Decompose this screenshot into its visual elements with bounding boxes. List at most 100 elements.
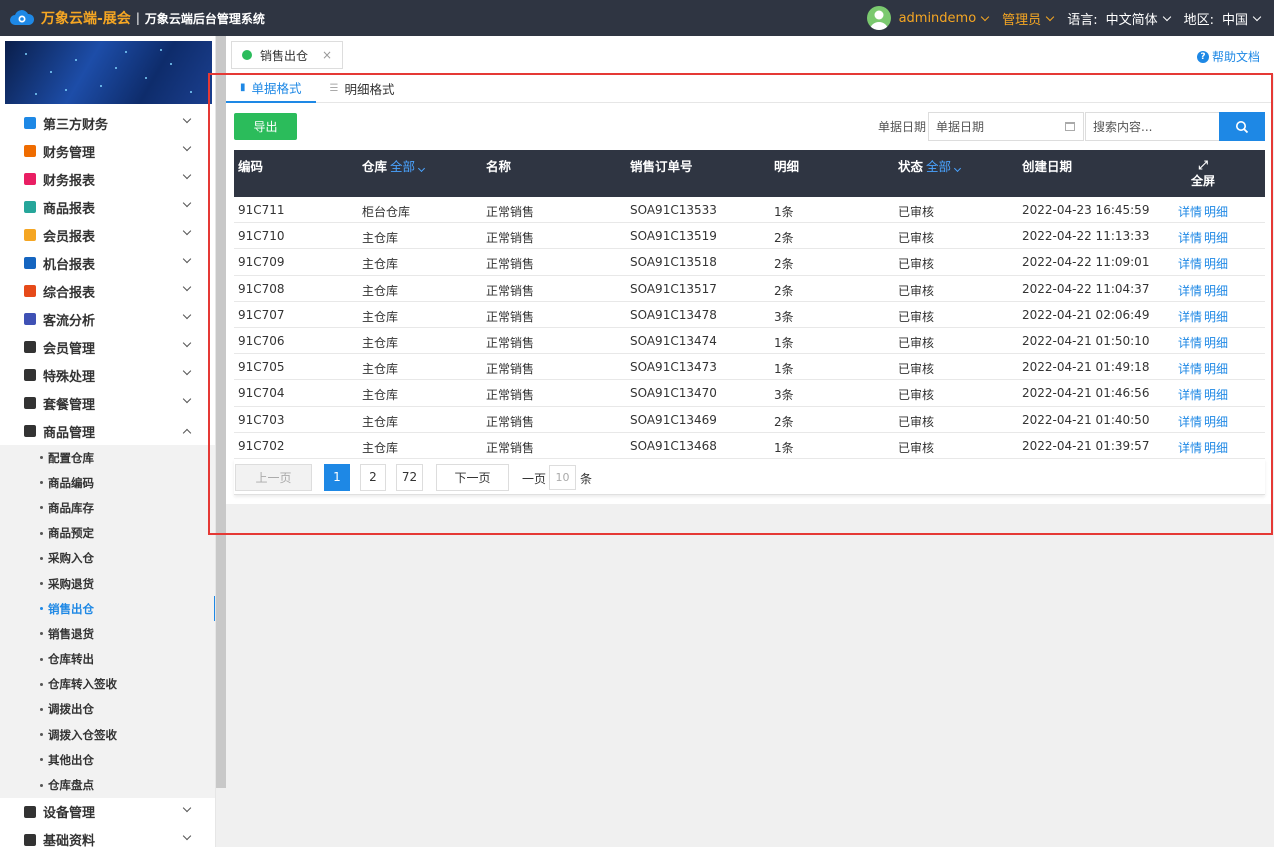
search-input[interactable]: 搜索内容... — [1085, 112, 1220, 141]
cell-status: 已审核 — [898, 440, 935, 455]
warehouse-filter[interactable]: 全部 — [390, 159, 426, 174]
table-row: 91C702 主仓库 正常销售 SOA91C13468 1条 已审核 2022-04-21 … — [234, 433, 1265, 459]
table-row: 91C708 主仓库 正常销售 SOA91C13517 2条 已审核 2022-04-22 … — [234, 276, 1265, 302]
help-label: 帮助文档 — [1211, 50, 1260, 64]
sidebar-item[interactable]: 财务报表 — [0, 165, 215, 193]
col-order-no: 销售订单号 — [630, 159, 693, 174]
line-items-link[interactable]: 明细 — [1204, 386, 1228, 403]
user-avatar-icon — [869, 10, 888, 30]
detail-link[interactable]: 详情 — [1178, 386, 1202, 403]
sidebar-item[interactable]: 综合报表 — [0, 277, 215, 305]
detail-link[interactable]: 详情 — [1178, 229, 1202, 246]
search-button[interactable] — [1219, 112, 1265, 141]
cell-warehouse: 柜台仓库 — [362, 205, 411, 219]
sidebar-item[interactable]: 商品管理 — [0, 417, 215, 445]
sidebar-item-label: 基础资料 — [43, 834, 96, 847]
chevron-down-icon — [182, 198, 192, 208]
sidebar-item[interactable]: 机台报表 — [0, 249, 215, 277]
table-row: 91C710 主仓库 正常销售 SOA91C13519 2条 已审核 2022-04-22 … — [234, 223, 1265, 250]
detail-link[interactable]: 详情 — [1178, 439, 1202, 456]
cell-order-no: SOA91C13473 — [630, 360, 717, 375]
line-items-link[interactable]: 明细 — [1204, 282, 1228, 299]
line-items-link[interactable]: 明细 — [1204, 255, 1228, 272]
submenu-item[interactable]: 其他出仓 — [0, 747, 215, 772]
close-icon[interactable]: × — [322, 48, 332, 62]
last-page-button[interactable]: 72 — [396, 463, 423, 491]
sidebar-item[interactable]: 客流分析 — [0, 305, 215, 333]
detail-link[interactable]: 详情 — [1178, 203, 1202, 220]
next-page-button[interactable]: 下一页 — [436, 463, 509, 491]
sidebar-banner-image — [5, 41, 212, 104]
sidebar-item[interactable]: 会员报表 — [0, 221, 215, 249]
detail-link[interactable]: 详情 — [1178, 413, 1202, 430]
submenu-item[interactable]: 商品库存 — [0, 495, 215, 520]
submenu-item[interactable]: 采购退货 — [0, 571, 215, 596]
line-items-link[interactable]: 明细 — [1204, 308, 1228, 325]
sidebar-item[interactable]: 设备管理 — [0, 798, 215, 826]
submenu-item[interactable]: 销售退货 — [0, 621, 215, 646]
submenu-item[interactable]: 采购入仓 — [0, 546, 215, 571]
sidebar-item[interactable]: 会员管理 — [0, 333, 215, 361]
chevron-down-icon — [182, 114, 192, 124]
sidebar-item[interactable]: 特殊处理 — [0, 361, 215, 389]
cell-created: 2022-04-22 11:13:33 — [1022, 229, 1150, 244]
sidebar-item[interactable]: 商品报表 — [0, 193, 215, 221]
sidebar-scrollbar[interactable] — [216, 36, 226, 788]
cell-code: 91C711 — [238, 203, 285, 217]
page-2-button[interactable]: 2 — [360, 463, 386, 491]
detail-link[interactable]: 详情 — [1178, 255, 1202, 272]
submenu-item[interactable]: 仓库转入签收 — [0, 672, 215, 697]
detail-link[interactable]: 详情 — [1178, 360, 1202, 377]
help-docs-link[interactable]: ? 帮助文档 — [1196, 48, 1260, 65]
sidebar-item-label: 设备管理 — [43, 806, 96, 822]
table-row: 91C704 主仓库 正常销售 SOA91C13470 3条 已审核 2022-04-21 … — [234, 380, 1265, 407]
sidebar-item-label: 商品报表 — [43, 201, 96, 217]
tab-doc-format[interactable]: ▮ 单据格式 — [226, 74, 316, 103]
sidebar-item[interactable]: 套餐管理 — [0, 389, 215, 417]
submenu-item[interactable]: 商品编码 — [0, 470, 215, 495]
sidebar-item[interactable]: 基础资料 — [0, 826, 215, 847]
submenu-item[interactable]: 配置仓库 — [0, 445, 215, 470]
line-items-link[interactable]: 明细 — [1204, 413, 1228, 430]
table-row: 91C707 主仓库 正常销售 SOA91C13478 3条 已审核 2022-04-21 … — [234, 302, 1265, 328]
fullscreen-button[interactable]: ⤢ 全屏 — [1191, 158, 1215, 189]
detail-link[interactable]: 详情 — [1178, 334, 1202, 351]
cell-warehouse: 主仓库 — [362, 231, 399, 246]
export-button[interactable]: 导出 — [234, 113, 297, 140]
detail-link[interactable]: 详情 — [1178, 308, 1202, 325]
submenu-item[interactable]: 调拨入仓签收 — [0, 722, 215, 747]
submenu-item[interactable]: 商品预定 — [0, 521, 215, 546]
line-items-link[interactable]: 明细 — [1204, 439, 1228, 456]
region-menu[interactable]: 地区: 中国 — [1184, 9, 1262, 28]
sidebar-item[interactable]: 第三方财务 — [0, 109, 215, 137]
role-menu[interactable]: 管理员 — [1002, 9, 1055, 28]
page-1-button[interactable]: 1 — [324, 463, 350, 491]
tab-sales-outbound[interactable]: 销售出仓 × — [231, 41, 343, 69]
cell-order-no: SOA91C13474 — [630, 333, 717, 348]
user-menu[interactable]: admindemo — [866, 6, 990, 30]
submenu-item[interactable]: 仓库盘点 — [0, 772, 215, 797]
submenu-item[interactable]: 调拨出仓 — [0, 697, 215, 722]
line-items-link[interactable]: 明细 — [1204, 203, 1228, 220]
cell-created: 2022-04-21 01:49:18 — [1022, 360, 1150, 375]
search-icon — [1236, 120, 1249, 133]
list-icon: ☰ — [329, 83, 339, 94]
tab-detail-format[interactable]: ☰ 明细格式 — [316, 74, 409, 103]
line-items-link[interactable]: 明细 — [1204, 360, 1228, 377]
submenu-item[interactable]: 仓库转出 — [0, 647, 215, 672]
line-items-link[interactable]: 明细 — [1204, 229, 1228, 246]
cell-warehouse: 主仓库 — [362, 309, 399, 324]
sidebar-item[interactable]: 财务管理 — [0, 137, 215, 165]
submenu-item[interactable]: 销售出仓 — [0, 596, 215, 622]
line-items-link[interactable]: 明细 — [1204, 334, 1228, 351]
cell-warehouse: 主仓库 — [362, 283, 399, 298]
per-page-input[interactable]: 10 — [549, 464, 576, 490]
table-row: 91C709 主仓库 正常销售 SOA91C13518 2条 已审核 2022-04-22 … — [234, 249, 1265, 276]
status-filter[interactable]: 全部 — [926, 159, 962, 174]
detail-link[interactable]: 详情 — [1178, 282, 1202, 299]
chevron-down-icon — [1162, 12, 1171, 21]
prev-page-button[interactable]: 上一页 — [235, 463, 312, 491]
help-icon: ? — [1196, 50, 1209, 63]
language-menu[interactable]: 语言: 中文简体 — [1067, 9, 1171, 28]
date-field[interactable]: 单据日期 — [928, 112, 1084, 141]
